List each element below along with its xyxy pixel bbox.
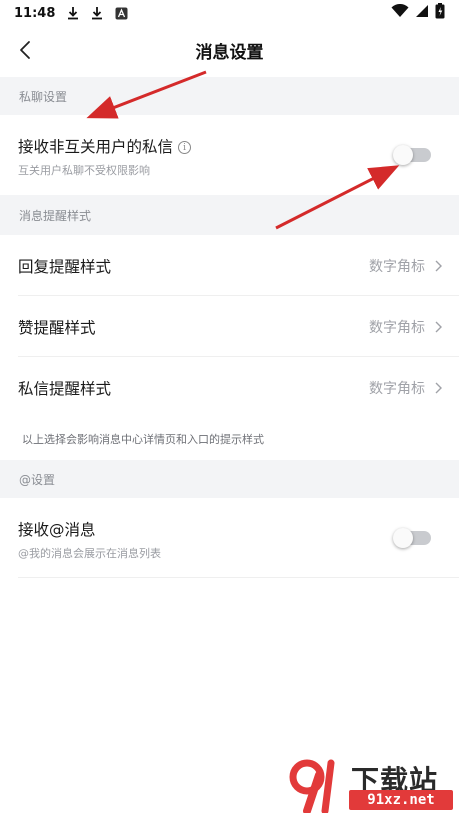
row-label: 赞提醒样式 — [18, 319, 96, 337]
reply-reminder-style-row[interactable]: 回复提醒样式 数字角标 — [0, 235, 459, 296]
message-settings-screen: 11:48 消息设置 私聊设置 接收非互关用户的私信 i 互关用户私聊不受权限影… — [0, 0, 459, 817]
row-sublabel: @我的消息会展示在消息列表 — [18, 547, 161, 560]
receive-non-mutual-messages-toggle[interactable] — [393, 145, 431, 165]
private-message-reminder-style-row[interactable]: 私信提醒样式 数字角标 — [0, 357, 459, 418]
section-header-reminder-style: 消息提醒样式 — [0, 195, 459, 235]
app-notification-icon — [113, 5, 129, 21]
receive-at-messages-row[interactable]: 接收@消息 @我的消息会展示在消息列表 — [0, 498, 459, 578]
chevron-left-icon — [20, 41, 30, 59]
watermark-logo-icon — [289, 759, 335, 813]
battery-icon — [435, 3, 445, 23]
info-icon[interactable]: i — [178, 141, 192, 154]
chevron-right-icon — [435, 382, 442, 394]
row-value: 数字角标 — [369, 259, 425, 275]
watermark: 下载站 91xz.net — [285, 757, 455, 813]
note-text: 以上选择会影响消息中心详情页和入口的提示样式 — [22, 433, 264, 446]
row-sublabel: 互关用户私聊不受权限影响 — [18, 164, 150, 177]
row-value: 数字角标 — [369, 381, 425, 397]
page-title: 消息设置 — [195, 42, 264, 63]
chevron-right-icon — [435, 260, 442, 272]
section-header-label: 私聊设置 — [19, 89, 68, 104]
wifi-icon — [391, 3, 409, 22]
toggle-knob — [393, 528, 413, 548]
row-label: 回复提醒样式 — [18, 258, 112, 276]
receive-non-mutual-messages-row[interactable]: 接收非互关用户的私信 i 互关用户私聊不受权限影响 — [0, 115, 459, 195]
row-label: 接收@消息 — [18, 521, 96, 539]
download-icon — [65, 5, 81, 21]
row-value: 数字角标 — [369, 320, 425, 336]
nav-bar: 消息设置 — [0, 26, 459, 74]
receive-at-messages-toggle[interactable] — [393, 528, 431, 548]
status-right-group — [391, 3, 445, 23]
status-bar: 11:48 — [0, 0, 459, 26]
reminder-style-note: 以上选择会影响消息中心详情页和入口的提示样式 — [0, 418, 459, 460]
watermark-url: 91xz.net — [349, 790, 453, 810]
cellular-signal-icon — [415, 4, 429, 22]
row-label: 私信提醒样式 — [18, 380, 112, 398]
download-icon — [89, 5, 105, 21]
like-reminder-style-row[interactable]: 赞提醒样式 数字角标 — [0, 296, 459, 357]
chevron-right-icon — [435, 321, 442, 333]
section-header-label: @设置 — [19, 472, 56, 487]
row-label-text: 接收非互关用户的私信 — [18, 138, 174, 156]
section-header-label: 消息提醒样式 — [19, 208, 92, 223]
row-label: 接收非互关用户的私信 i — [18, 135, 192, 157]
back-button[interactable] — [10, 34, 40, 66]
section-header-private-chat: 私聊设置 — [0, 77, 459, 115]
section-header-at-settings: @设置 — [0, 460, 459, 498]
status-time: 11:48 — [14, 5, 56, 21]
divider — [18, 577, 459, 578]
toggle-knob — [393, 145, 413, 165]
